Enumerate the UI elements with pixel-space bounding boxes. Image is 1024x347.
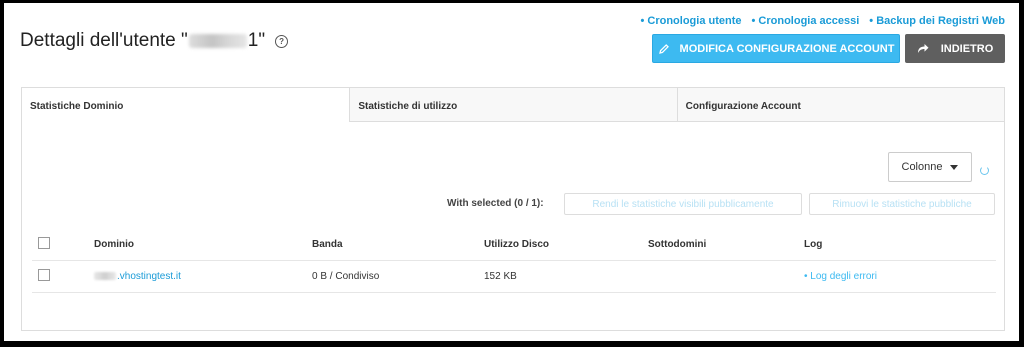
columns-label: Colonne	[901, 161, 943, 173]
pencil-icon	[658, 43, 669, 54]
column-header-utilizzo-disco[interactable]: Utilizzo Disco	[484, 239, 549, 250]
top-links: Cronologia utente Cronologia accessi Bac…	[640, 15, 1005, 27]
column-header-sottodomini[interactable]: Sottodomini	[648, 239, 706, 250]
domain-text: .vhostingtest.it	[117, 271, 181, 282]
refresh-icon[interactable]	[980, 166, 989, 175]
remove-public-stats-button[interactable]: Rimuovi le statistiche pubbliche	[809, 193, 995, 215]
tab-statistiche-dominio[interactable]: Statistiche Dominio	[22, 88, 350, 122]
column-header-banda[interactable]: Banda	[312, 239, 343, 250]
page-title-suffix: 1"	[247, 30, 266, 51]
link-cronologia-accessi[interactable]: Cronologia accessi	[752, 15, 859, 27]
domain-link[interactable]: .vhostingtest.it	[94, 271, 181, 282]
make-stats-public-button[interactable]: Rendi le statistiche visibili pubblicame…	[564, 193, 802, 215]
tab-statistiche-utilizzo[interactable]: Statistiche di utilizzo	[349, 88, 677, 122]
disk-usage-value: 152 KB	[484, 271, 517, 282]
link-cronologia-utente[interactable]: Cronologia utente	[640, 15, 741, 27]
caret-down-icon	[950, 164, 959, 170]
page-frame: Dettagli dell'utente " 1" ? Cronologia u…	[4, 3, 1019, 341]
table-row: .vhostingtest.it 0 B / Condiviso 152 KB …	[32, 261, 996, 293]
link-backup-registri-web[interactable]: Backup dei Registri Web	[869, 15, 1005, 27]
error-log-link[interactable]: Log degli errori	[804, 271, 877, 282]
content-panel: Statistiche Dominio Statistiche di utili…	[21, 87, 1005, 331]
row-checkbox[interactable]	[38, 269, 50, 281]
table-header-row: Dominio Banda Utilizzo Disco Sottodomini…	[32, 229, 996, 261]
back-button[interactable]: INDIETRO	[905, 34, 1005, 63]
column-header-log[interactable]: Log	[804, 239, 822, 250]
share-arrow-icon	[917, 44, 929, 53]
redacted-subdomain	[94, 272, 116, 281]
tab-bar: Statistiche Dominio Statistiche di utili…	[22, 88, 1004, 122]
tab-configurazione-account[interactable]: Configurazione Account	[676, 88, 1004, 122]
question-circle-icon[interactable]: ?	[275, 34, 289, 48]
back-label: INDIETRO	[940, 42, 994, 55]
select-all-checkbox[interactable]	[38, 237, 50, 249]
bandwidth-value: 0 B / Condiviso	[312, 271, 380, 282]
page-title: Dettagli dell'utente " 1" ?	[20, 30, 289, 52]
columns-dropdown-button[interactable]: Colonne	[888, 152, 972, 182]
column-header-dominio[interactable]: Dominio	[94, 239, 134, 250]
redacted-username	[188, 34, 247, 48]
edit-account-config-label: MODIFICA CONFIGURAZIONE ACCOUNT	[679, 42, 895, 55]
page-title-prefix: Dettagli dell'utente "	[20, 30, 188, 51]
domain-table: Dominio Banda Utilizzo Disco Sottodomini…	[32, 229, 996, 293]
with-selected-label: With selected (0 / 1):	[447, 198, 544, 209]
edit-account-config-button[interactable]: MODIFICA CONFIGURAZIONE ACCOUNT	[652, 34, 900, 63]
